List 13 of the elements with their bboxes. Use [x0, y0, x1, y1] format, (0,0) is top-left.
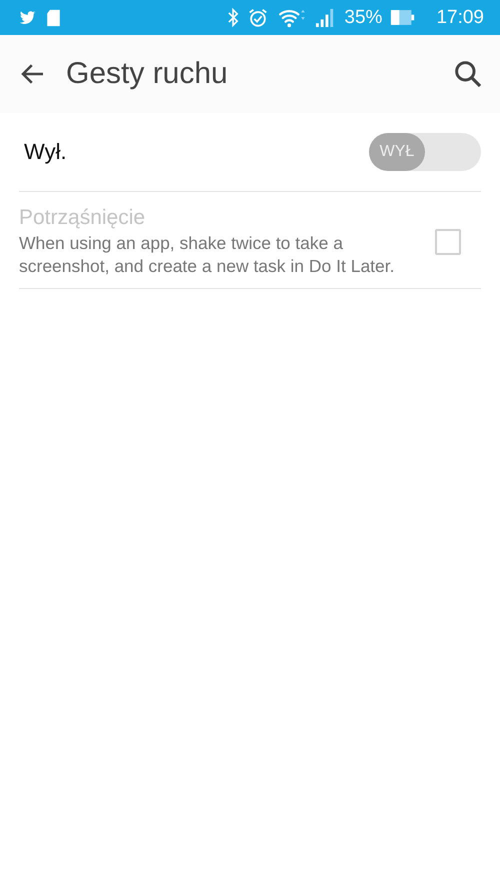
battery-icon: [390, 8, 416, 27]
bluetooth-icon: [228, 8, 240, 27]
clock-time: 17:09: [436, 6, 484, 28]
battery-percentage: 35%: [344, 6, 382, 28]
setting-title: Potrząśnięcie: [19, 206, 146, 230]
page-title: Gesty ruchu: [66, 57, 229, 91]
master-switch-label: Wył.: [24, 139, 67, 165]
alarm-clock-icon: [247, 6, 270, 28]
switch-state-label: WYŁ: [369, 133, 425, 171]
setting-description: When using an app, shake twice to take a screenshot, and create a new task in Do It Later.: [19, 232, 396, 278]
search-icon[interactable]: [452, 58, 484, 90]
sd-card-icon: [46, 8, 61, 26]
toggle-switch[interactable]: WYŁ: [369, 133, 481, 171]
